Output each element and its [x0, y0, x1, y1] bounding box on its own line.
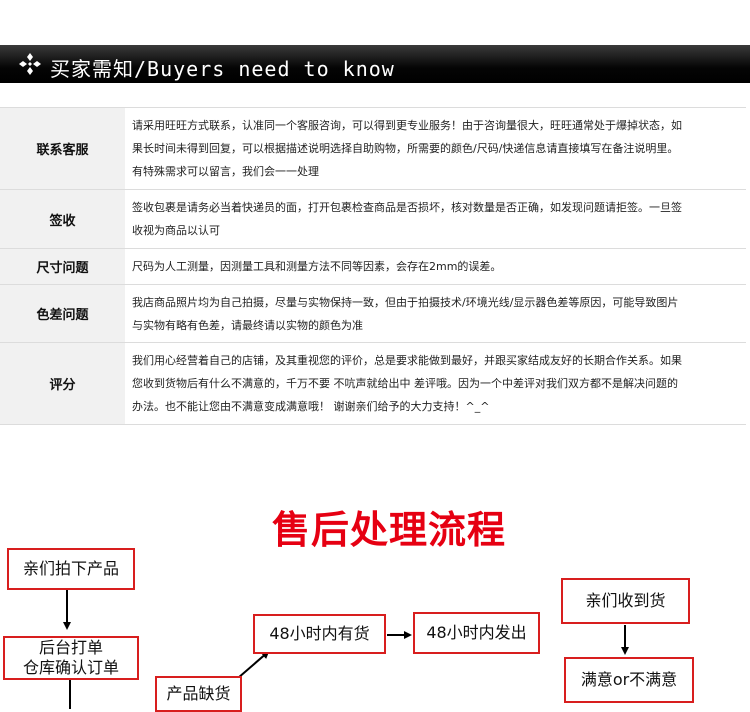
- flow-box-out-of-stock: 产品缺货: [155, 676, 242, 712]
- flow-box-in-stock: 48小时内有货: [253, 614, 386, 654]
- flow-box-in-stock-label: 48小时内有货: [269, 624, 370, 643]
- flow-box-backend-line2: 仓库确认订单: [22, 658, 119, 677]
- arrow-outofstock-to-instock: [237, 650, 270, 679]
- flow-box-buy-label: 亲们拍下产品: [22, 559, 119, 578]
- flow-box-ship-label: 48小时内发出: [426, 623, 527, 642]
- flow-box-backend: 后台打单 仓库确认订单: [3, 636, 139, 680]
- flow-box-out-of-stock-label: 产品缺货: [166, 684, 231, 703]
- flow-box-satisfied: 满意or不满意: [564, 657, 694, 703]
- flow-box-satisfied-label: 满意or不满意: [580, 670, 678, 689]
- flow-box-backend-line1: 后台打单: [38, 638, 103, 657]
- flow-box-ship: 48小时内发出: [413, 612, 540, 654]
- flow-box-buy: 亲们拍下产品: [7, 548, 135, 590]
- flow-box-received: 亲们收到货: [561, 578, 690, 624]
- flow-box-received-label: 亲们收到货: [585, 591, 666, 610]
